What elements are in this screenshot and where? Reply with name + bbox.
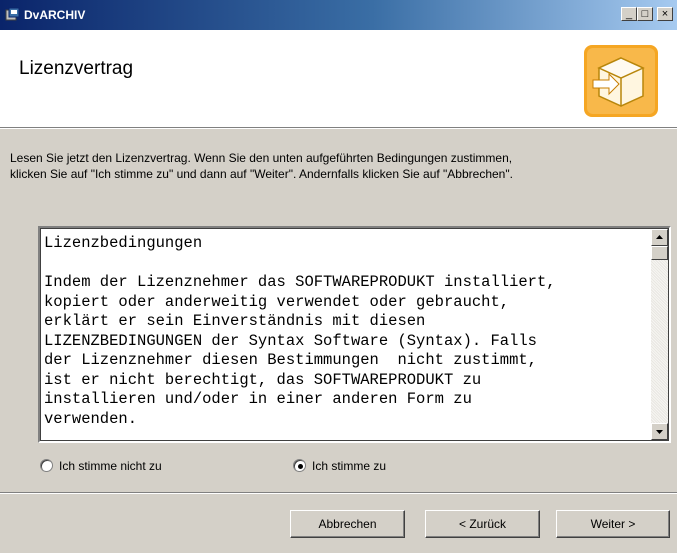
next-button[interactable]: Weiter > <box>556 510 670 538</box>
license-content: Lizenzbedingungen Indem der Lizenznehmer… <box>44 234 644 429</box>
license-blank-line <box>44 254 644 274</box>
arrow-down-icon <box>656 430 663 434</box>
arrow-up-icon <box>656 235 663 239</box>
radio-disagree-label[interactable]: Ich stimme nicht zu <box>59 459 162 473</box>
license-line: erklärt er sein Einverständnis mit diese… <box>44 312 426 330</box>
title-bar[interactable]: DvARCHIV _ □ × <box>0 0 677 30</box>
instructions-text: Lesen Sie jetzt den Lizenzvertrag. Wenn … <box>10 150 670 182</box>
installer-icon <box>5 7 20 21</box>
license-line: LIZENZBEDINGUNGEN der Syntax Software (S… <box>44 331 537 350</box>
scroll-up-button[interactable] <box>651 229 668 246</box>
back-button[interactable]: < Zurück <box>425 510 540 538</box>
license-line: verwenden. <box>44 409 138 428</box>
radio-button-agree[interactable] <box>293 459 306 472</box>
license-line: installieren und/oder in einer anderen F… <box>44 390 472 408</box>
instructions-line: Lesen Sie jetzt den Lizenzvertrag. Wenn … <box>10 151 513 165</box>
window-title: DvARCHIV <box>24 8 86 22</box>
radio-selected-dot <box>298 464 303 469</box>
maximize-button[interactable]: □ <box>637 7 653 21</box>
minimize-button[interactable]: _ <box>621 7 637 21</box>
license-line: der Lizenznehmer diesen Bestimmungen nic… <box>44 351 537 369</box>
license-line: Indem der Lizenznehmer das SOFTWAREPRODU… <box>44 273 556 291</box>
close-button[interactable]: × <box>657 7 673 21</box>
wizard-header: Lizenzvertrag <box>0 30 677 128</box>
vertical-scrollbar[interactable] <box>651 229 668 440</box>
setup-box-icon <box>584 45 658 117</box>
license-heading: Lizenzbedingungen <box>44 234 203 252</box>
license-line: kopiert oder anderweitig verwendet oder … <box>44 292 510 311</box>
scroll-down-button[interactable] <box>651 423 668 440</box>
footer-separator <box>0 492 677 494</box>
radio-agree-label[interactable]: Ich stimme zu <box>312 459 386 473</box>
license-textbox[interactable]: Lizenzbedingungen Indem der Lizenznehmer… <box>38 226 671 443</box>
radio-button-disagree[interactable] <box>40 459 53 472</box>
instructions-line: klicken Sie auf "Ich stimme zu" und dann… <box>10 167 513 181</box>
license-line: ist er nicht berechtigt, das SOFTWAREPRO… <box>44 370 482 389</box>
page-title: Lizenzvertrag <box>19 58 134 79</box>
cancel-button[interactable]: Abbrechen <box>290 510 405 538</box>
scroll-thumb[interactable] <box>651 246 668 260</box>
